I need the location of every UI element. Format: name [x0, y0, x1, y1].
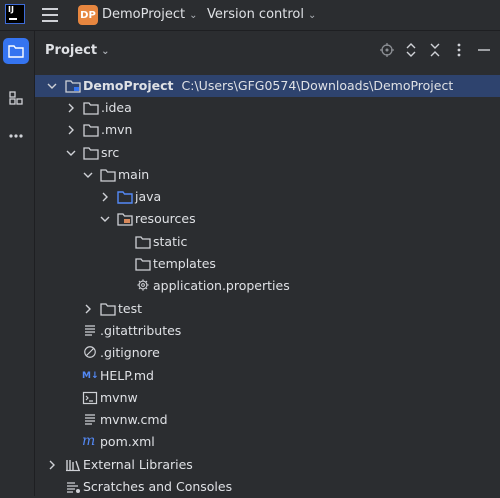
tree-row-static[interactable]: static [35, 231, 500, 253]
tree-row-mvnw[interactable]: mvnw [35, 387, 500, 409]
chevron-right-icon[interactable] [99, 191, 111, 203]
expand-all-icon[interactable] [402, 42, 420, 60]
chevron-down-icon[interactable] [82, 169, 94, 181]
folder-icon [83, 102, 99, 115]
tree-label: .idea [101, 100, 132, 115]
chevron-right-icon[interactable] [46, 459, 58, 471]
module-folder-icon [65, 80, 81, 93]
resources-folder-icon [117, 213, 133, 226]
gitignore-icon [84, 346, 96, 358]
tree-row-resources[interactable]: resources [35, 208, 500, 230]
project-badge[interactable]: DP [78, 5, 98, 25]
project-path: C:\Users\GFG0574\Downloads\DemoProject [181, 78, 454, 93]
tree-row-java[interactable]: java [35, 186, 500, 208]
tree-label: .gitignore [100, 345, 160, 360]
tree-label: main [118, 167, 150, 182]
text-file-icon [85, 325, 95, 336]
text-file-icon [85, 414, 95, 425]
tree-label: static [153, 234, 188, 249]
tree-label: test [118, 301, 143, 316]
chevron-down-icon: ⌄ [308, 10, 317, 21]
chevron-down-icon[interactable] [99, 213, 111, 225]
folder-icon [135, 236, 151, 249]
tree-row-idea[interactable]: .idea [35, 97, 500, 119]
tool-window-strip [0, 31, 35, 496]
version-control-label: Version control [207, 7, 304, 22]
collapse-all-icon[interactable] [426, 42, 444, 60]
tree-row-scratches[interactable]: Scratches and Consoles [35, 476, 500, 498]
maven-icon: m [82, 433, 96, 449]
panel-title-dropdown[interactable]: Project ⌄ [45, 43, 109, 58]
tree-label: templates [153, 256, 216, 271]
more-tools-button[interactable] [3, 123, 29, 149]
libraries-icon [66, 460, 80, 472]
tree-label: .mvn [101, 122, 133, 137]
project-name: DemoProject [102, 7, 186, 22]
project-tool-button[interactable] [3, 38, 29, 64]
tree-label: mvnw [100, 390, 138, 405]
title-bar: IJ DP DemoProject ⌄ Version control ⌄ [0, 0, 500, 31]
tree-label: Scratches and Consoles [83, 479, 233, 494]
tree-label: External Libraries [83, 457, 193, 472]
chevron-down-icon[interactable] [46, 80, 58, 92]
options-menu-icon[interactable] [450, 42, 468, 60]
chevron-down-icon: ⌄ [101, 46, 110, 57]
tree-label: resources [135, 211, 196, 226]
chevron-down-icon: ⌄ [189, 10, 198, 21]
tree-label: mvnw.cmd [100, 412, 168, 427]
tree-row-help-md[interactable]: M↓ HELP.md [35, 365, 500, 387]
panel-title: Project [45, 43, 98, 58]
project-selector[interactable]: DemoProject ⌄ [102, 7, 198, 22]
scratches-icon [67, 482, 80, 493]
folder-icon [135, 258, 151, 271]
folder-icon [83, 124, 99, 137]
properties-gear-icon [137, 279, 149, 291]
tree-row-gitignore[interactable]: .gitignore [35, 342, 500, 364]
tree-row-templates[interactable]: templates [35, 253, 500, 275]
tree-row-mvn[interactable]: .mvn [35, 119, 500, 141]
intellij-logo[interactable]: IJ [5, 4, 25, 24]
tree-row-external-libraries[interactable]: External Libraries [35, 454, 500, 476]
project-panel-header: Project ⌄ [35, 31, 500, 71]
tree-label: .gitattributes [100, 323, 182, 338]
tree-row-pom-xml[interactable]: m pom.xml [35, 431, 500, 453]
tree-row-demoproject[interactable]: DemoProject C:\Users\GFG0574\Downloads\De… [35, 75, 500, 97]
tree-label: DemoProject C:\Users\GFG0574\Downloads\De… [83, 78, 454, 93]
markdown-icon: M↓ [82, 371, 99, 381]
tree-row-test[interactable]: test [35, 298, 500, 320]
chevron-right-icon[interactable] [65, 124, 77, 136]
tree-row-src[interactable]: src [35, 142, 500, 164]
version-control-menu[interactable]: Version control ⌄ [207, 7, 316, 22]
tree-label: pom.xml [100, 434, 155, 449]
main-menu-icon[interactable] [42, 8, 58, 22]
tree-label: java [135, 189, 162, 204]
folder-icon [100, 303, 116, 316]
terminal-file-icon [82, 391, 98, 405]
tree-label: HELP.md [100, 368, 154, 383]
tree-row-application-properties[interactable]: application.properties [35, 275, 500, 297]
logo-text: IJ [8, 5, 14, 14]
hide-panel-icon[interactable] [475, 42, 493, 60]
chevron-right-icon[interactable] [82, 303, 94, 315]
source-folder-icon [117, 191, 133, 204]
tree-row-main[interactable]: main [35, 164, 500, 186]
tree-label: src [101, 145, 120, 160]
tree-row-gitattributes[interactable]: .gitattributes [35, 320, 500, 342]
tree-label: application.properties [153, 278, 290, 293]
structure-tool-button[interactable] [3, 85, 29, 111]
structure-icon [9, 91, 23, 105]
folder-icon [83, 147, 99, 160]
tree-row-mvnw-cmd[interactable]: mvnw.cmd [35, 409, 500, 431]
folder-icon [100, 169, 116, 182]
more-horizontal-icon [9, 134, 23, 138]
locate-icon[interactable] [378, 42, 396, 60]
chevron-right-icon[interactable] [65, 102, 77, 114]
chevron-down-icon[interactable] [65, 147, 77, 159]
folder-icon [8, 45, 24, 58]
